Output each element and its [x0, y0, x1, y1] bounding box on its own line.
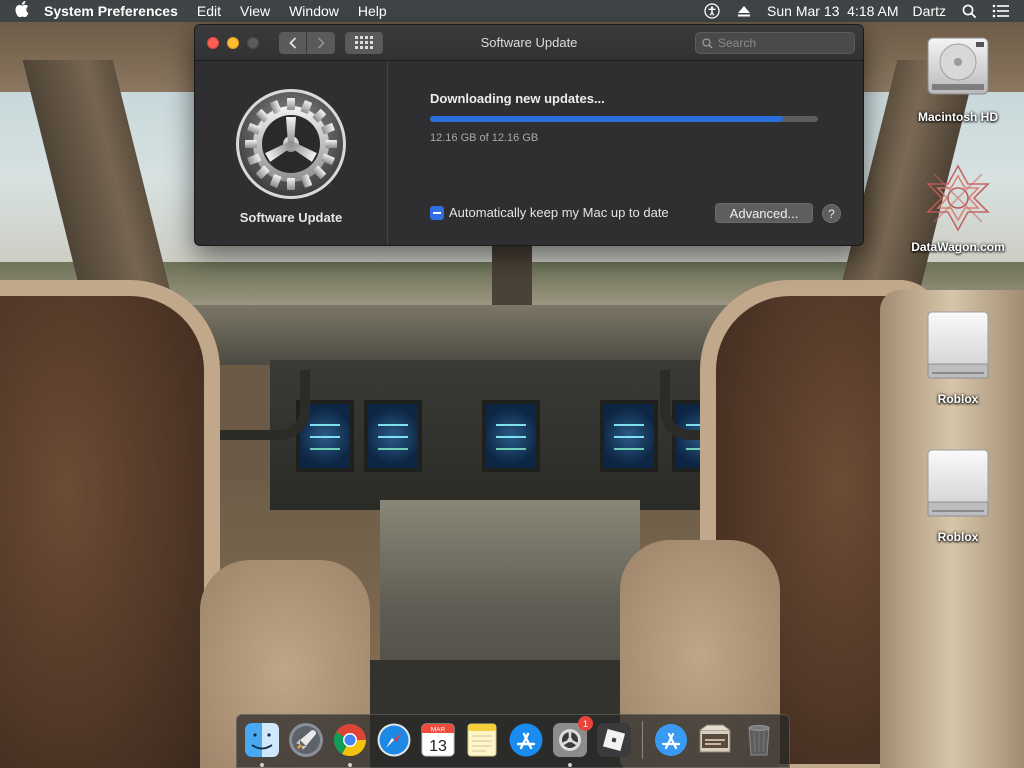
search-field[interactable]	[695, 32, 855, 54]
calendar-day: 13	[429, 738, 447, 755]
auto-update-checkbox[interactable]	[430, 205, 444, 220]
progress-fill	[430, 116, 784, 122]
update-panel: Downloading new updates... 12.16 GB of 1…	[388, 61, 863, 245]
auto-update-label[interactable]: Automatically keep my Mac up to date	[449, 205, 669, 220]
software-update-gear-icon	[235, 88, 347, 200]
chevron-right-icon	[317, 36, 325, 49]
help-button[interactable]: ?	[822, 204, 841, 223]
advanced-button[interactable]: Advanced...	[715, 203, 813, 223]
dock-notes[interactable]	[463, 721, 501, 759]
dock: MAR 13 1	[236, 714, 790, 768]
menu-help[interactable]: Help	[358, 3, 387, 19]
menu-window[interactable]: Window	[289, 3, 339, 19]
menu-view[interactable]: View	[240, 3, 270, 19]
minimize-button[interactable]	[227, 36, 239, 49]
dock-trash[interactable]	[740, 721, 778, 759]
back-button[interactable]	[279, 31, 307, 54]
desktop-icon-roblox-1[interactable]: Roblox	[898, 308, 1018, 406]
launchpad-rocket-icon	[289, 723, 323, 757]
notification-badge: 1	[578, 716, 593, 731]
notes-icon	[467, 723, 497, 757]
zoom-button	[247, 36, 259, 49]
running-indicator	[568, 763, 572, 767]
safari-compass-icon	[377, 723, 411, 757]
app-store-icon	[509, 723, 543, 757]
chrome-icon	[333, 724, 367, 757]
menu-clock[interactable]: Sun Mar 13 4:18 AM	[767, 3, 899, 19]
hard-drive-icon	[927, 37, 989, 95]
sidebar: Software Update	[195, 61, 388, 245]
spotlight-search-icon[interactable]	[960, 2, 978, 20]
disk-image-icon	[927, 311, 989, 379]
menu-app-name[interactable]: System Preferences	[44, 3, 178, 19]
trash-icon	[748, 725, 770, 756]
menu-edit[interactable]: Edit	[197, 3, 221, 19]
roblox-icon	[597, 723, 631, 757]
dock-calendar[interactable]: MAR 13	[419, 721, 457, 759]
desktop-icon-label: Macintosh HD	[917, 110, 998, 124]
eject-icon[interactable]	[735, 2, 753, 20]
disk-image-icon	[927, 449, 989, 517]
desktop-icon-macintosh-hd[interactable]: Macintosh HD	[898, 32, 1018, 124]
desktop-icon-datawagon[interactable]: DataWagon.com	[898, 162, 1018, 254]
search-input[interactable]	[718, 36, 848, 50]
web-link-icon	[926, 164, 990, 232]
software-update-window: Software Update Search Software Update D…	[194, 24, 864, 246]
window-titlebar[interactable]: Software Update	[195, 25, 863, 61]
dock-chrome[interactable]	[331, 721, 369, 767]
dock-launchpad[interactable]	[287, 721, 325, 759]
download-progress-bar	[430, 116, 818, 122]
accessibility-icon[interactable]	[703, 2, 721, 20]
chevron-left-icon	[288, 36, 296, 49]
stack-folder-icon	[699, 724, 731, 753]
desktop-icon-label: Roblox	[937, 392, 979, 406]
search-icon	[702, 37, 713, 48]
running-indicator	[260, 763, 264, 767]
download-size-text: 12.16 GB of 12.16 GB	[430, 132, 539, 144]
show-all-button[interactable]	[345, 31, 383, 54]
menu-user[interactable]: Dartz	[913, 3, 946, 19]
dock-separator	[642, 721, 643, 759]
dock-app-store-downloads[interactable]	[652, 721, 690, 759]
notification-center-icon[interactable]	[992, 2, 1010, 20]
menu-bar: System Preferences Edit View Window Help…	[0, 0, 1024, 22]
running-indicator	[348, 763, 352, 767]
finder-icon	[245, 723, 279, 757]
dock-roblox[interactable]	[595, 721, 633, 759]
forward-button	[307, 31, 335, 54]
calendar-month: MAR	[431, 727, 446, 734]
dock-finder[interactable]	[243, 721, 281, 767]
calendar-icon: MAR 13	[421, 723, 455, 757]
dock-system-preferences[interactable]: 1	[551, 716, 593, 767]
sidebar-label: Software Update	[239, 210, 343, 225]
desktop-icon-label: DataWagon.com	[911, 240, 1005, 254]
grid-icon	[355, 36, 373, 49]
dock-safari[interactable]	[375, 721, 413, 759]
desktop-icon-label: Roblox	[937, 530, 979, 544]
download-status: Downloading new updates...	[430, 91, 605, 106]
dock-desktop-stack[interactable]	[696, 721, 734, 759]
close-button[interactable]	[207, 36, 219, 49]
auto-update-row[interactable]: Automatically keep my Mac up to date	[430, 205, 669, 220]
apple-menu-icon[interactable]	[0, 1, 44, 21]
dock-app-store[interactable]	[507, 721, 545, 759]
desktop-icon-roblox-2[interactable]: Roblox	[898, 446, 1018, 544]
app-store-folder-icon	[655, 724, 687, 756]
